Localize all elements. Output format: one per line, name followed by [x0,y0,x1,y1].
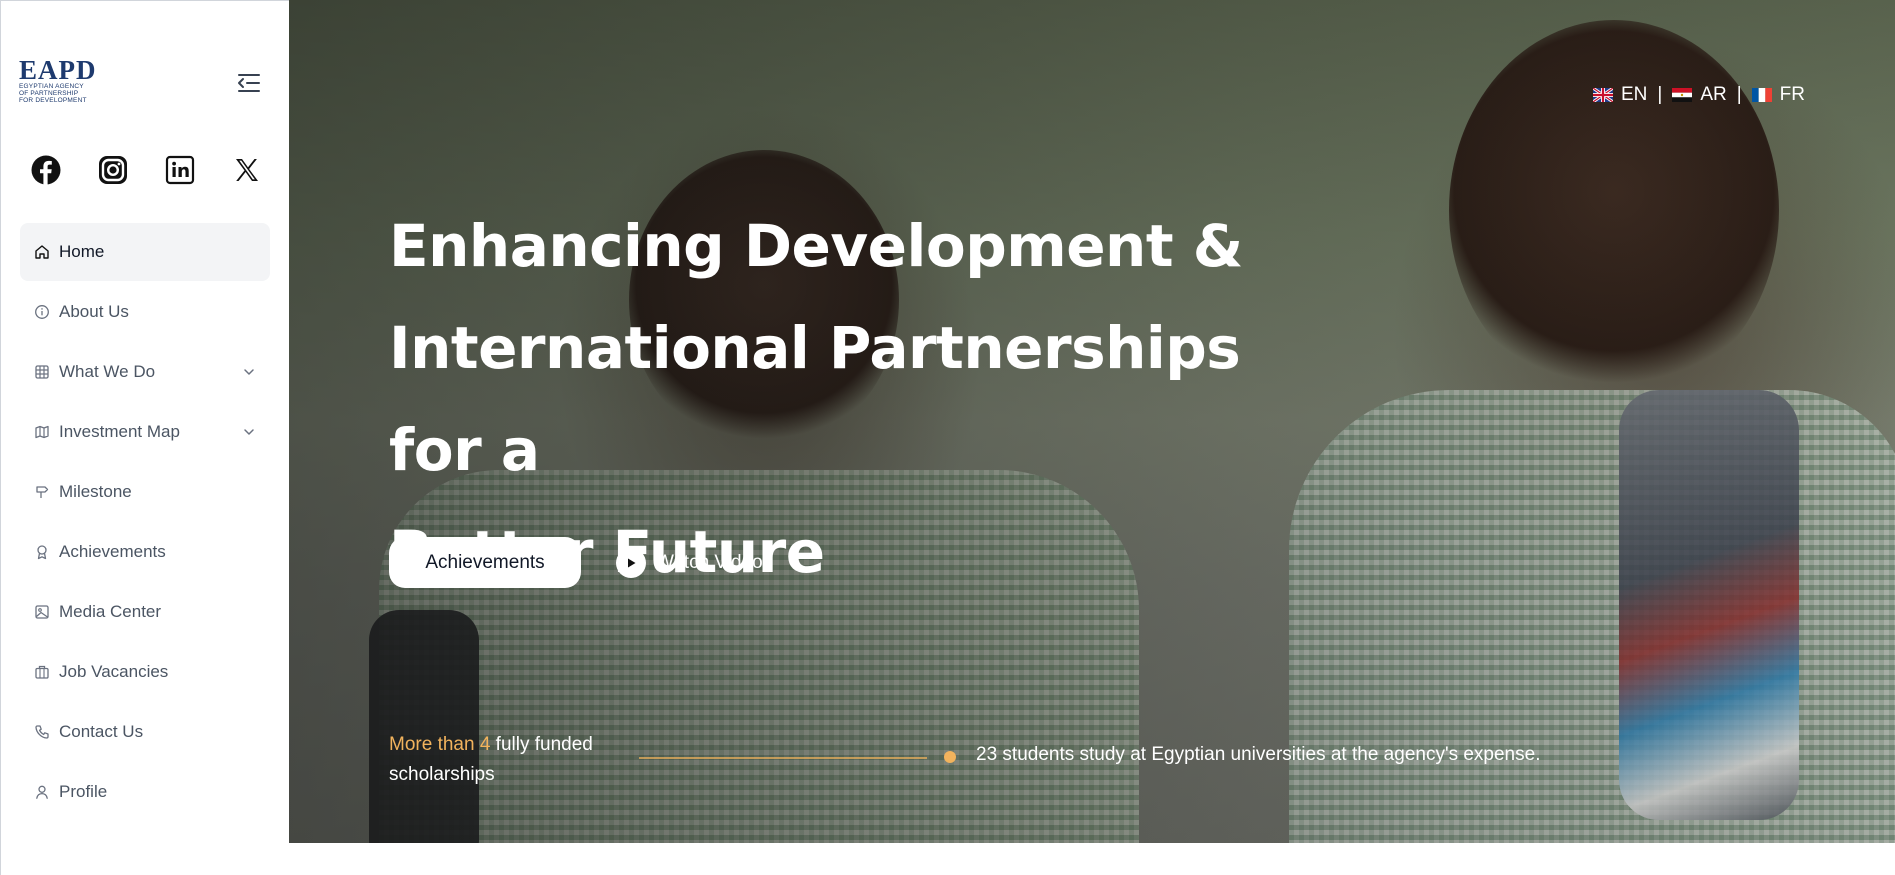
scholarships-stat: More than 4 fully funded scholarships [389,730,649,790]
sidebar-item-label: Home [59,242,105,261]
sidebar-item-label: Milestone [59,482,132,501]
sidebar-item-label: Media Center [59,602,162,621]
sidebar-nav: Home About Us What We Do Investment Map [20,223,270,823]
sidebar-collapse-button[interactable] [235,69,263,97]
headline-line: Enhancing Development & [389,212,1243,280]
stat-highlight: More than 4 [389,734,491,755]
language-label: FR [1779,84,1805,105]
egypt-flag-icon [1672,88,1693,102]
x-link[interactable] [232,155,262,185]
achievements-button[interactable]: Achievements [389,537,581,588]
language-label: AR [1700,84,1727,105]
facebook-icon [31,155,61,185]
sidebar-item-job-vacancies[interactable]: Job Vacancies [20,643,270,701]
uk-flag-icon [1592,88,1613,102]
menu-collapse-icon [238,74,260,92]
x-icon [236,159,258,181]
language-option-ar[interactable]: AR [1672,84,1727,106]
hero-banner: EN | AR | FR Enhancing Development & Int… [289,0,1895,843]
language-label: EN [1620,84,1648,105]
sidebar-item-label: Contact Us [59,722,144,741]
instagram-link[interactable] [98,155,128,185]
logo-subtitle-line: for Development [19,97,87,104]
facebook-link[interactable] [31,155,61,185]
map-icon [34,424,50,440]
social-links [31,155,262,185]
sidebar-item-about-us[interactable]: About Us [20,283,270,341]
language-separator: | [1657,84,1663,105]
logo-subtitle-line: of Partnership [19,90,79,97]
sidebar-item-achievements[interactable]: Achievements [20,523,270,581]
sidebar-item-what-we-do[interactable]: What We Do [20,343,270,401]
stat-timeline-dot [944,751,956,763]
sidebar-item-label: Job Vacancies [59,662,169,681]
sidebar-item-label: What We Do [59,362,156,381]
sidebar-item-label: About Us [59,302,129,321]
sidebar-item-profile[interactable]: Profile [20,763,270,821]
sidebar-item-investment-map[interactable]: Investment Map [20,403,270,461]
students-stat: 23 students study at Egyptian universiti… [976,744,1541,765]
phone-icon [34,724,50,740]
image-icon [34,604,50,620]
grid-icon [34,364,50,380]
user-icon [34,784,50,800]
linkedin-icon [165,155,195,185]
sidebar-item-milestone[interactable]: Milestone [20,463,270,521]
sidebar-item-label: Achievements [59,542,166,561]
language-option-fr[interactable]: FR [1751,84,1805,106]
briefcase-icon [34,664,50,680]
sidebar-item-label: Investment Map [59,422,180,441]
language-switcher: EN | AR | FR [1592,84,1805,106]
headline-line: International Partnerships for a [389,314,1241,484]
france-flag-icon [1751,88,1772,102]
watch-video-button[interactable]: Watch Video [616,548,763,578]
sidebar-item-contact-us[interactable]: Contact Us [20,703,270,761]
sidebar-item-label: Profile [59,782,108,801]
sidebar-item-media-center[interactable]: Media Center [20,583,270,641]
award-icon [34,544,50,560]
sidebar: EAPD Egyptian Agency of Partnership for … [0,0,289,875]
language-separator: | [1736,84,1742,105]
signpost-icon [34,484,50,500]
instagram-icon [99,156,127,184]
chevron-down-icon [244,369,254,375]
watch-video-label: Watch Video [656,552,763,573]
info-icon [34,304,50,320]
linkedin-link[interactable] [165,155,195,185]
language-option-en[interactable]: EN [1592,84,1648,106]
eapd-logo[interactable]: EAPD Egyptian Agency of Partnership for … [19,57,101,107]
sidebar-item-home[interactable]: Home [20,223,270,281]
logo-mark: EAPD [19,55,97,85]
home-icon [34,244,50,260]
chevron-down-icon [244,429,254,435]
stat-timeline-line [639,757,927,759]
play-icon [616,548,646,578]
